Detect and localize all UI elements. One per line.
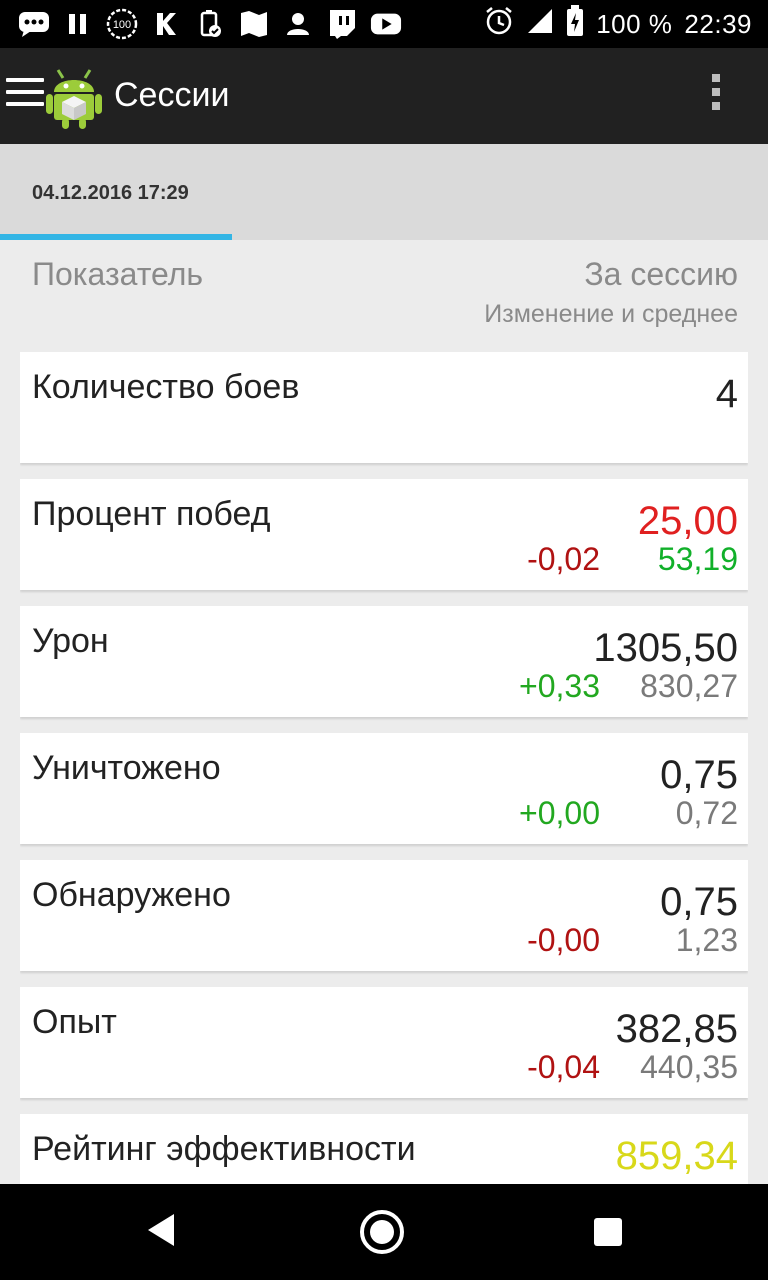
stats-list: Количество боев 4 Процент побед 25,00 -0… (20, 352, 748, 1184)
stat-average: 0,72 (675, 795, 738, 831)
stat-card-experience[interactable]: Опыт 382,85 -0,04 440,35 (20, 987, 748, 1098)
home-icon[interactable] (360, 1210, 404, 1254)
alarm-icon (484, 6, 514, 43)
stat-value: 0,75 (660, 880, 738, 924)
android-logo-icon[interactable] (44, 62, 104, 130)
tab-session-date[interactable]: 04.12.2016 17:29 (32, 182, 189, 205)
vk-icon (150, 8, 182, 40)
stat-label: Опыт (32, 1003, 117, 1041)
stat-average: 1,23 (675, 922, 738, 958)
stat-value: 382,85 (615, 1007, 738, 1051)
page-title: Сессии (114, 76, 230, 114)
youtube-icon (370, 8, 402, 40)
battery-charging-icon (566, 4, 584, 44)
stat-change: +0,00 (519, 795, 600, 831)
stat-change: -0,02 (527, 541, 600, 577)
tab-indicator (0, 234, 232, 240)
signal-icon (526, 7, 554, 42)
menu-icon[interactable] (6, 78, 44, 112)
notification-icons: 100 (18, 6, 402, 42)
stat-card-damage[interactable]: Урон 1305,50 +0,33 830,27 (20, 606, 748, 717)
stat-label: Процент побед (32, 495, 271, 533)
stat-average: 440,35 (640, 1049, 738, 1085)
stat-card-spotted[interactable]: Обнаружено 0,75 -0,00 1,23 (20, 860, 748, 971)
stat-label: Урон (32, 622, 109, 660)
twitch-icon (326, 8, 358, 40)
stat-change: +0,33 (519, 668, 600, 704)
person-icon (282, 8, 314, 40)
status-bar: 100 100 % 22:39 (0, 0, 768, 48)
stat-value: 4 (715, 372, 738, 416)
pause-icon (62, 8, 94, 40)
stat-card-efficiency[interactable]: Рейтинг эффективности 859,34 (20, 1114, 748, 1184)
session-tabs: 04.12.2016 17:29 (0, 144, 768, 240)
stat-label: Обнаружено (32, 876, 231, 914)
more-options-icon[interactable] (708, 74, 724, 118)
recent-apps-icon[interactable] (593, 1217, 623, 1252)
app-bar: Сессии (0, 48, 768, 144)
stat-value: 25,00 (637, 499, 738, 543)
stat-card-battles[interactable]: Количество боев 4 (20, 352, 748, 463)
stat-change: -0,00 (527, 922, 600, 958)
battery-level: 100 % (596, 8, 673, 39)
stat-average: 830,27 (640, 668, 738, 704)
column-subheader: Изменение и среднее (484, 300, 738, 328)
navigation-bar (0, 1184, 768, 1280)
maps-icon (238, 8, 270, 40)
messages-icon (18, 8, 50, 40)
stat-value: 1305,50 (593, 626, 738, 670)
stat-value: 0,75 (660, 753, 738, 797)
stat-label: Количество боев (32, 368, 300, 406)
svg-text:100: 100 (113, 19, 131, 31)
back-icon[interactable] (146, 1212, 178, 1253)
stat-average: 53,19 (657, 541, 738, 577)
badge-100-icon: 100 (106, 8, 138, 40)
battery-saver-icon (194, 8, 226, 40)
column-header-session: За сессию (584, 256, 738, 292)
stat-card-winrate[interactable]: Процент побед 25,00 -0,02 53,19 (20, 479, 748, 590)
stat-label: Уничтожено (32, 749, 221, 787)
stat-card-destroyed[interactable]: Уничтожено 0,75 +0,00 0,72 (20, 733, 748, 844)
column-header-metric: Показатель (32, 256, 204, 292)
stat-value: 859,34 (615, 1134, 738, 1178)
stat-label: Рейтинг эффективности (32, 1130, 416, 1168)
clock: 22:39 (684, 8, 752, 39)
system-status: 100 % 22:39 (484, 4, 752, 44)
stat-change: -0,04 (527, 1049, 600, 1085)
